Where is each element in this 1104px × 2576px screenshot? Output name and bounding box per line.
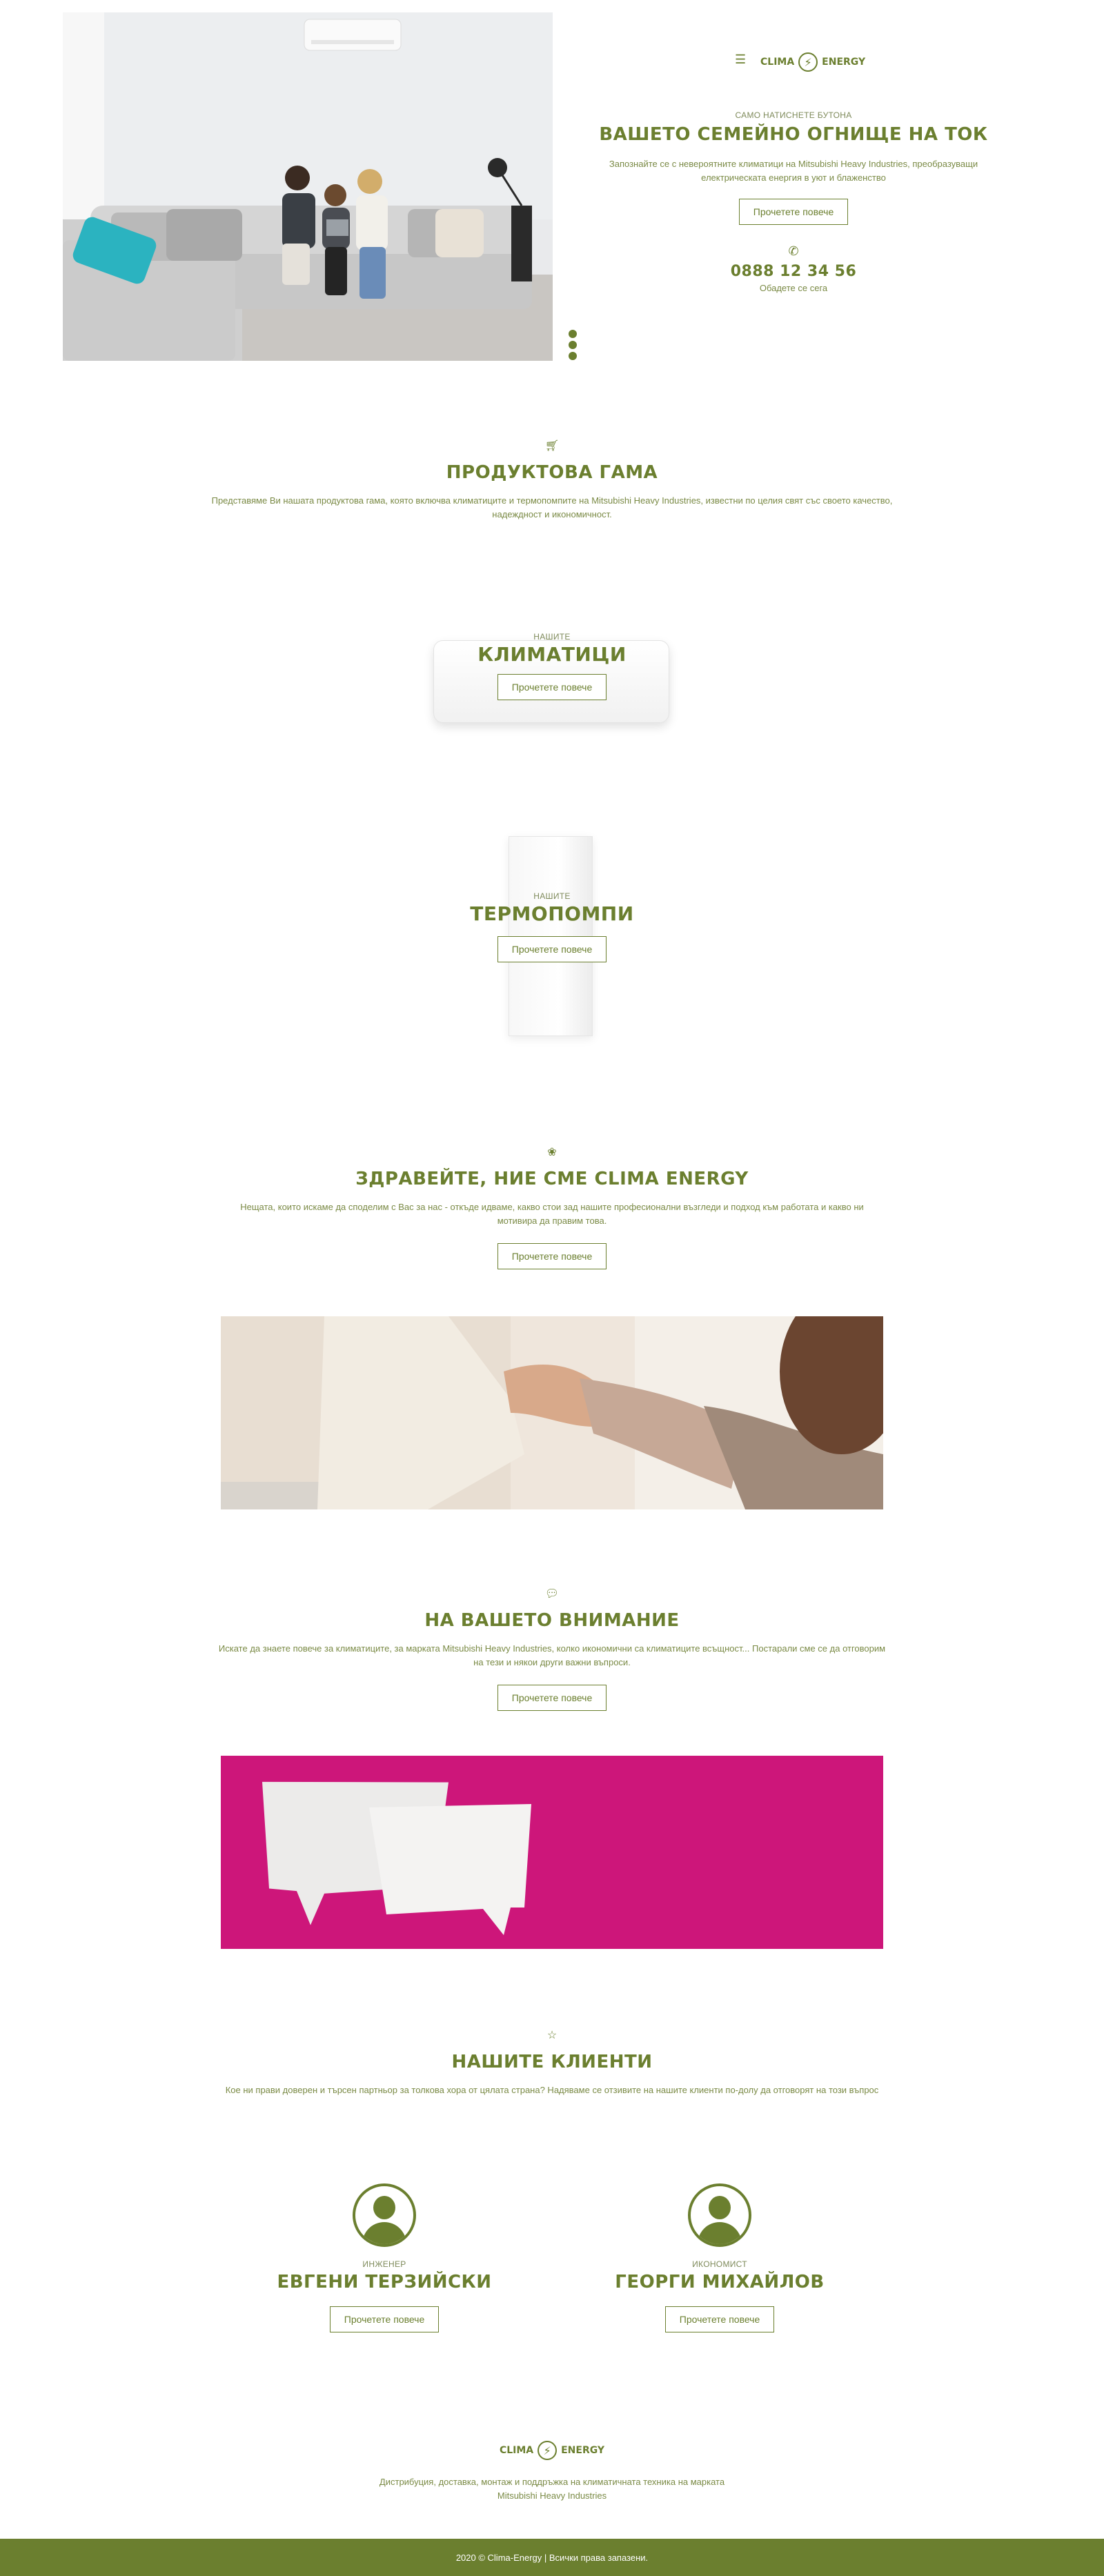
client-role: ИКОНОМИСТ: [692, 2259, 747, 2269]
hamburger-icon[interactable]: ☰: [735, 52, 746, 67]
hero-text: Запознайте се с невероятните климатици н…: [609, 159, 978, 183]
client-card: ИНЖЕНЕР ЕВГЕНИ ТЕРЗИЙСКИ Прочетете повеч…: [246, 2183, 522, 2332]
star-icon: ☆: [546, 2030, 558, 2041]
slider-dot[interactable]: [569, 341, 577, 349]
lotus-icon: ❀: [547, 1147, 557, 1158]
cart-icon: 🛒︎: [544, 440, 560, 452]
avatar: [353, 2183, 416, 2247]
slider-dot[interactable]: [569, 352, 577, 360]
footer-bar: 2020 © Clima-Energy | Всички права запаз…: [0, 2539, 1104, 2576]
hero-phone[interactable]: 0888 12 34 56: [593, 263, 994, 280]
attention-text: Искате да знаете повече за климатиците, …: [218, 1643, 886, 1667]
client-card: ИКОНОМИСТ ГЕОРГИ МИХАЙЛОВ Прочетете пове…: [582, 2183, 858, 2332]
about-title: ЗДРАВЕЙТЕ, НИЕ СМЕ CLIMA ENERGY: [355, 1169, 749, 1189]
about-text: Нещата, които искаме да споделим с Вас з…: [240, 1202, 864, 1226]
bottom-text-line1: Дистрибуция, доставка, монтаж и поддръжк…: [379, 2477, 725, 2487]
attention-read-more-button[interactable]: Прочетете повече: [497, 1685, 607, 1711]
hero-family-photo: [63, 12, 553, 361]
heatpumps-read-more-button[interactable]: Прочетете повече: [497, 936, 607, 962]
ac-block: НАШИТЕ КЛИМАТИЦИ Прочетете повече: [414, 632, 690, 700]
footer-logo[interactable]: CLIMA ⚡ ENERGY: [500, 2441, 604, 2460]
heatpumps-block: НАШИТЕ ТЕРМОПОМПИ Прочетете повече: [414, 891, 690, 962]
logo-left: CLIMA: [760, 57, 795, 68]
heatpumps-title: ТЕРМОПОМПИ: [470, 902, 634, 925]
hero-kicker: САМО НАТИСНЕТЕ БУТОНА: [735, 110, 852, 120]
family-sofa-illustration: [63, 12, 553, 361]
speech-bubbles-illustration: [221, 1756, 883, 1949]
hero-content: САМО НАТИСНЕТЕ БУТОНА ВАШЕТО СЕМЕЙНО ОГН…: [593, 110, 994, 295]
slider-dot[interactable]: [569, 330, 577, 338]
header-logo[interactable]: CLIMA ⚡ ENERGY: [760, 52, 865, 72]
hero-title: ВАШЕТО СЕМЕЙНО ОГНИЩЕ НА ТОК: [599, 124, 988, 145]
client-name: ГЕОРГИ МИХАЙЛОВ: [615, 2272, 825, 2292]
bottom-text-line2: Mitsubishi Heavy Industries: [497, 2490, 607, 2501]
hero-phone-sub: Обадете се сега: [759, 283, 828, 293]
hero-read-more-button[interactable]: Прочетете повече: [738, 199, 849, 225]
avatar: [688, 2183, 751, 2247]
attention-section: 💬︎ НА ВАШЕТО ВНИМАНИЕ Искате да знаете п…: [207, 1587, 897, 1711]
attention-title: НА ВАШЕТО ВНИМАНИЕ: [424, 1610, 680, 1631]
clients-section: ☆ НАШИТЕ КЛИЕНТИ Кое ни прави доверен и …: [207, 2028, 897, 2097]
ac-kicker: НАШИТЕ: [533, 632, 571, 642]
footer-copyright: 2020 © Clima-Energy | Всички права запаз…: [455, 2552, 649, 2563]
client-read-more-button[interactable]: Прочетете повече: [329, 2306, 440, 2332]
logo-left: CLIMA: [499, 2445, 534, 2456]
about-read-more-button[interactable]: Прочетете повече: [497, 1243, 607, 1269]
hero-slider-dots[interactable]: [569, 330, 577, 360]
bottom-info: CLIMA ⚡ ENERGY Дистрибуция, доставка, мо…: [276, 2441, 828, 2503]
lightning-bolt-icon: ⚡: [798, 52, 818, 72]
logo-right: ENERGY: [822, 57, 866, 68]
client-read-more-button[interactable]: Прочетете повече: [664, 2306, 775, 2332]
lightning-bolt-icon: ⚡: [538, 2441, 558, 2460]
handshake-photo: [221, 1316, 883, 1509]
ac-title: КЛИМАТИЦИ: [477, 643, 627, 666]
products-section: 🛒︎ ПРОДУКТОВА ГАМА Представяме Ви нашата…: [207, 439, 897, 522]
handshake-illustration: [221, 1316, 883, 1509]
clients-text: Кое ни прави доверен и търсен партньор з…: [225, 2085, 879, 2095]
products-text: Представяме Ви нашата продуктова гама, к…: [211, 495, 893, 519]
about-section: ❀ ЗДРАВЕЙТЕ, НИЕ СМЕ CLIMA ENERGY Нещата…: [207, 1145, 897, 1269]
logo-right: ENERGY: [561, 2445, 605, 2456]
phone-icon: ✆: [788, 244, 799, 258]
ac-read-more-button[interactable]: Прочетете повече: [497, 674, 607, 700]
speech-bubbles-photo: [221, 1756, 883, 1949]
heatpumps-kicker: НАШИТЕ: [533, 891, 571, 901]
chat-bubbles-icon: 💬︎: [544, 1588, 560, 1600]
client-role: ИНЖЕНЕР: [362, 2259, 406, 2269]
products-title: ПРОДУКТОВА ГАМА: [446, 462, 658, 483]
client-name: ЕВГЕНИ ТЕРЗИЙСКИ: [277, 2272, 492, 2292]
clients-title: НАШИТЕ КЛИЕНТИ: [451, 2052, 653, 2072]
